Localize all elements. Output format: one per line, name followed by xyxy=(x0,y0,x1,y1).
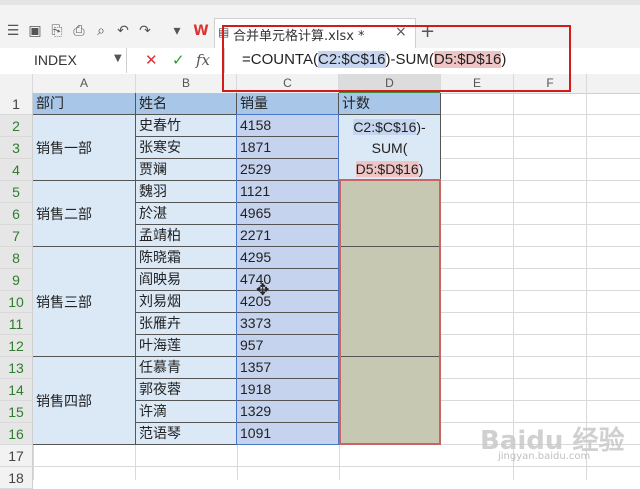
row-header-9[interactable]: 9 xyxy=(0,269,33,291)
count-formula-ref-d: D5:$D$16 xyxy=(355,161,419,177)
header-cell-count[interactable]: 计数 xyxy=(339,93,441,115)
row-header-5[interactable]: 5 xyxy=(0,181,33,203)
department-cell[interactable]: 销售二部 xyxy=(33,181,136,247)
name-cell[interactable]: 孟靖柏 xyxy=(136,225,237,247)
undo-icon[interactable]: ↶ xyxy=(114,22,132,40)
row-header-13[interactable]: 13 xyxy=(0,357,33,379)
row-header-10[interactable]: 10 xyxy=(0,291,33,313)
sales-cell[interactable]: 4158 xyxy=(237,115,339,137)
quick-access-dropdown-icon[interactable]: ▾ xyxy=(168,22,186,40)
sales-cell[interactable]: 1121 xyxy=(237,181,339,203)
row-header-18[interactable]: 18 xyxy=(0,467,33,489)
column-header-a[interactable]: A xyxy=(33,74,136,93)
name-cell[interactable]: 魏羽 xyxy=(136,181,237,203)
name-cell[interactable]: 於湛 xyxy=(136,203,237,225)
cancel-formula-icon[interactable]: ✕ xyxy=(145,51,158,69)
highlight-box xyxy=(222,25,571,92)
name-cell[interactable]: 阎映易 xyxy=(136,269,237,291)
enter-formula-icon[interactable]: ✓ xyxy=(172,51,185,69)
name-cell[interactable]: 刘易烟 xyxy=(136,291,237,313)
name-cell[interactable]: 张寒安 xyxy=(136,137,237,159)
row-header-11[interactable]: 11 xyxy=(0,313,33,335)
name-cell[interactable]: 郭夜蓉 xyxy=(136,379,237,401)
name-cell[interactable]: 许滴 xyxy=(136,401,237,423)
department-cell[interactable]: 销售四部 xyxy=(33,357,136,445)
print-icon[interactable]: ⎙ xyxy=(70,22,88,40)
row-header-7[interactable]: 7 xyxy=(0,225,33,247)
count-cell-editing[interactable]: C2:$C$16)- SUM( D5:$D$16) xyxy=(339,115,441,181)
name-cell[interactable]: 范语琴 xyxy=(136,423,237,445)
sales-cell[interactable]: 957 xyxy=(237,335,339,357)
ribbon-edge xyxy=(0,0,640,5)
count-formula-line1: C2:$C$16)- xyxy=(339,117,440,138)
sales-cell[interactable]: 4740 xyxy=(237,269,339,291)
count-cell[interactable] xyxy=(339,357,441,445)
sales-cell[interactable]: 2529 xyxy=(237,159,339,181)
row-header-6[interactable]: 6 xyxy=(0,203,33,225)
count-formula-line2: SUM( xyxy=(371,140,408,156)
chevron-down-icon[interactable]: ▼ xyxy=(114,53,122,64)
sales-cell[interactable]: 4295 xyxy=(237,247,339,269)
sales-cell[interactable]: 2271 xyxy=(237,225,339,247)
menu-icon[interactable]: ☰ xyxy=(4,22,22,40)
row-header-16[interactable]: 16 xyxy=(0,423,33,445)
row-header-1[interactable]: 1 xyxy=(0,93,33,115)
name-cell[interactable]: 任慕青 xyxy=(136,357,237,379)
watermark-url: jingyan.baidu.com xyxy=(498,451,591,462)
sales-cell[interactable]: 4965 xyxy=(237,203,339,225)
save-icon[interactable]: ▣ xyxy=(26,22,44,40)
name-cell[interactable]: 陈晓霜 xyxy=(136,247,237,269)
name-cell[interactable]: 史春竹 xyxy=(136,115,237,137)
empty-grid-bottom[interactable] xyxy=(33,445,441,480)
sales-cell[interactable]: 1918 xyxy=(237,379,339,401)
select-all-corner[interactable] xyxy=(0,74,33,93)
sales-cell[interactable]: 1091 xyxy=(237,423,339,445)
sales-cell[interactable]: 1329 xyxy=(237,401,339,423)
move-cursor-icon: ✥ xyxy=(256,280,270,299)
department-cell[interactable]: 销售三部 xyxy=(33,247,136,357)
count-formula-line3: D5:$D$16) xyxy=(339,159,440,180)
row-header-14[interactable]: 14 xyxy=(0,379,33,401)
header-cell-name[interactable]: 姓名 xyxy=(136,93,237,115)
count-formula-ref-c: C2:$C$16 xyxy=(353,119,417,135)
row-header-2[interactable]: 2 xyxy=(0,115,33,137)
row-header-8[interactable]: 8 xyxy=(0,247,33,269)
row-header-12[interactable]: 12 xyxy=(0,335,33,357)
count-cell[interactable] xyxy=(339,247,441,357)
sales-cell[interactable]: 3373 xyxy=(237,313,339,335)
sales-cell[interactable]: 4205 xyxy=(237,291,339,313)
name-box[interactable]: INDEX ▼ xyxy=(0,48,127,73)
wps-logo-icon: W xyxy=(193,23,209,39)
count-formula-op: )- xyxy=(416,119,426,135)
row-header-4[interactable]: 4 xyxy=(0,159,33,181)
insert-function-icon[interactable]: fx xyxy=(196,51,210,69)
name-cell[interactable]: 贾斓 xyxy=(136,159,237,181)
department-cell[interactable]: 销售一部 xyxy=(33,115,136,181)
sales-cell[interactable]: 1357 xyxy=(237,357,339,379)
name-cell[interactable]: 叶海莲 xyxy=(136,335,237,357)
export-icon[interactable]: ⎘ xyxy=(48,22,66,40)
name-cell[interactable]: 张雁卉 xyxy=(136,313,237,335)
preview-icon[interactable]: ⌕ xyxy=(92,22,110,40)
sales-cell[interactable]: 1871 xyxy=(237,137,339,159)
redo-icon[interactable]: ↷ xyxy=(136,22,154,40)
row-header-17[interactable]: 17 xyxy=(0,445,33,467)
row-header-3[interactable]: 3 xyxy=(0,137,33,159)
name-box-value: INDEX xyxy=(34,52,77,68)
header-cell-sales[interactable]: 销量 xyxy=(237,93,339,115)
row-header-15[interactable]: 15 xyxy=(0,401,33,423)
header-cell-dept[interactable]: 部门 xyxy=(33,93,136,115)
count-formula-close: ) xyxy=(418,161,424,177)
count-cell[interactable] xyxy=(339,181,441,247)
